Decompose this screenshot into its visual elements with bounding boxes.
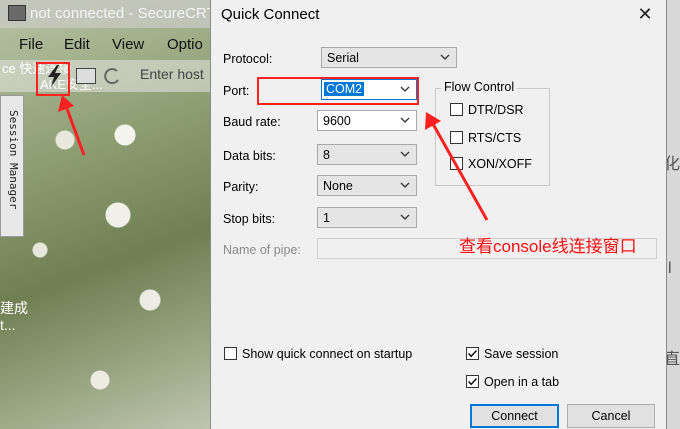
annotation-text: 查看console线连接窗口 <box>459 237 637 256</box>
annotation-arrows <box>58 95 489 221</box>
